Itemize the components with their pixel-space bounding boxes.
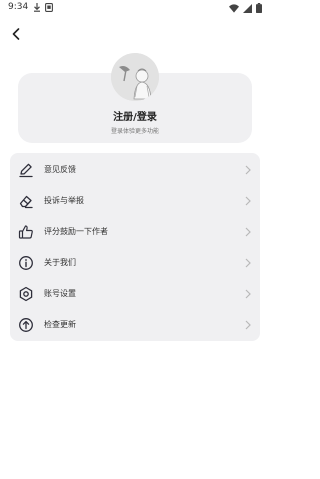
status-icons-left xyxy=(33,3,53,12)
battery-icon xyxy=(256,3,262,13)
chevron-right-icon xyxy=(244,258,252,268)
menu-item-account-settings[interactable]: 账号设置 xyxy=(10,278,260,309)
eraser-icon xyxy=(18,193,34,209)
notification-icon xyxy=(45,3,53,12)
status-icons-right xyxy=(229,3,262,13)
settings-hexagon-icon xyxy=(18,286,34,302)
edit-pencil-icon xyxy=(18,162,34,178)
download-icon xyxy=(34,3,40,12)
menu-list: 意见反馈 投诉与举报 评分鼓励一下作者 关于我们 账号设置 检查更新 xyxy=(10,153,260,341)
info-icon xyxy=(18,255,34,271)
avatar-illustration-icon xyxy=(111,53,159,101)
menu-item-label: 意见反馈 xyxy=(44,165,76,174)
menu-item-label: 评分鼓励一下作者 xyxy=(44,227,108,236)
status-time: 9:34 xyxy=(8,2,29,12)
back-arrow-icon xyxy=(12,28,20,40)
signal-icon xyxy=(243,3,252,13)
wifi-icon xyxy=(229,3,239,13)
chevron-right-icon xyxy=(244,227,252,237)
menu-item-about[interactable]: 关于我们 xyxy=(10,247,260,278)
settings-screen: 9:34 注册/登录 登录体验更多功能 意见反馈 投诉与举报 评分鼓励一下作者 … xyxy=(0,0,270,479)
chevron-right-icon xyxy=(244,165,252,175)
update-arrow-icon xyxy=(18,317,34,333)
menu-item-label: 账号设置 xyxy=(44,289,76,298)
chevron-right-icon xyxy=(244,196,252,206)
login-subtitle: 登录体验更多功能 xyxy=(110,128,159,135)
thumbs-up-icon xyxy=(18,224,34,240)
menu-item-label: 投诉与举报 xyxy=(44,196,84,205)
chevron-right-icon xyxy=(244,289,252,299)
status-bar: 9:34 xyxy=(0,0,270,16)
avatar[interactable] xyxy=(111,53,159,101)
menu-item-rate[interactable]: 评分鼓励一下作者 xyxy=(10,216,260,247)
login-title[interactable]: 注册/登录 xyxy=(18,108,252,123)
menu-item-check-update[interactable]: 检查更新 xyxy=(10,309,260,340)
chevron-right-icon xyxy=(244,320,252,330)
menu-item-feedback[interactable]: 意见反馈 xyxy=(10,154,260,185)
menu-item-complaint[interactable]: 投诉与举报 xyxy=(10,185,260,216)
back-button[interactable] xyxy=(6,24,26,44)
menu-item-label: 关于我们 xyxy=(44,258,76,267)
menu-item-label: 检查更新 xyxy=(44,320,76,329)
